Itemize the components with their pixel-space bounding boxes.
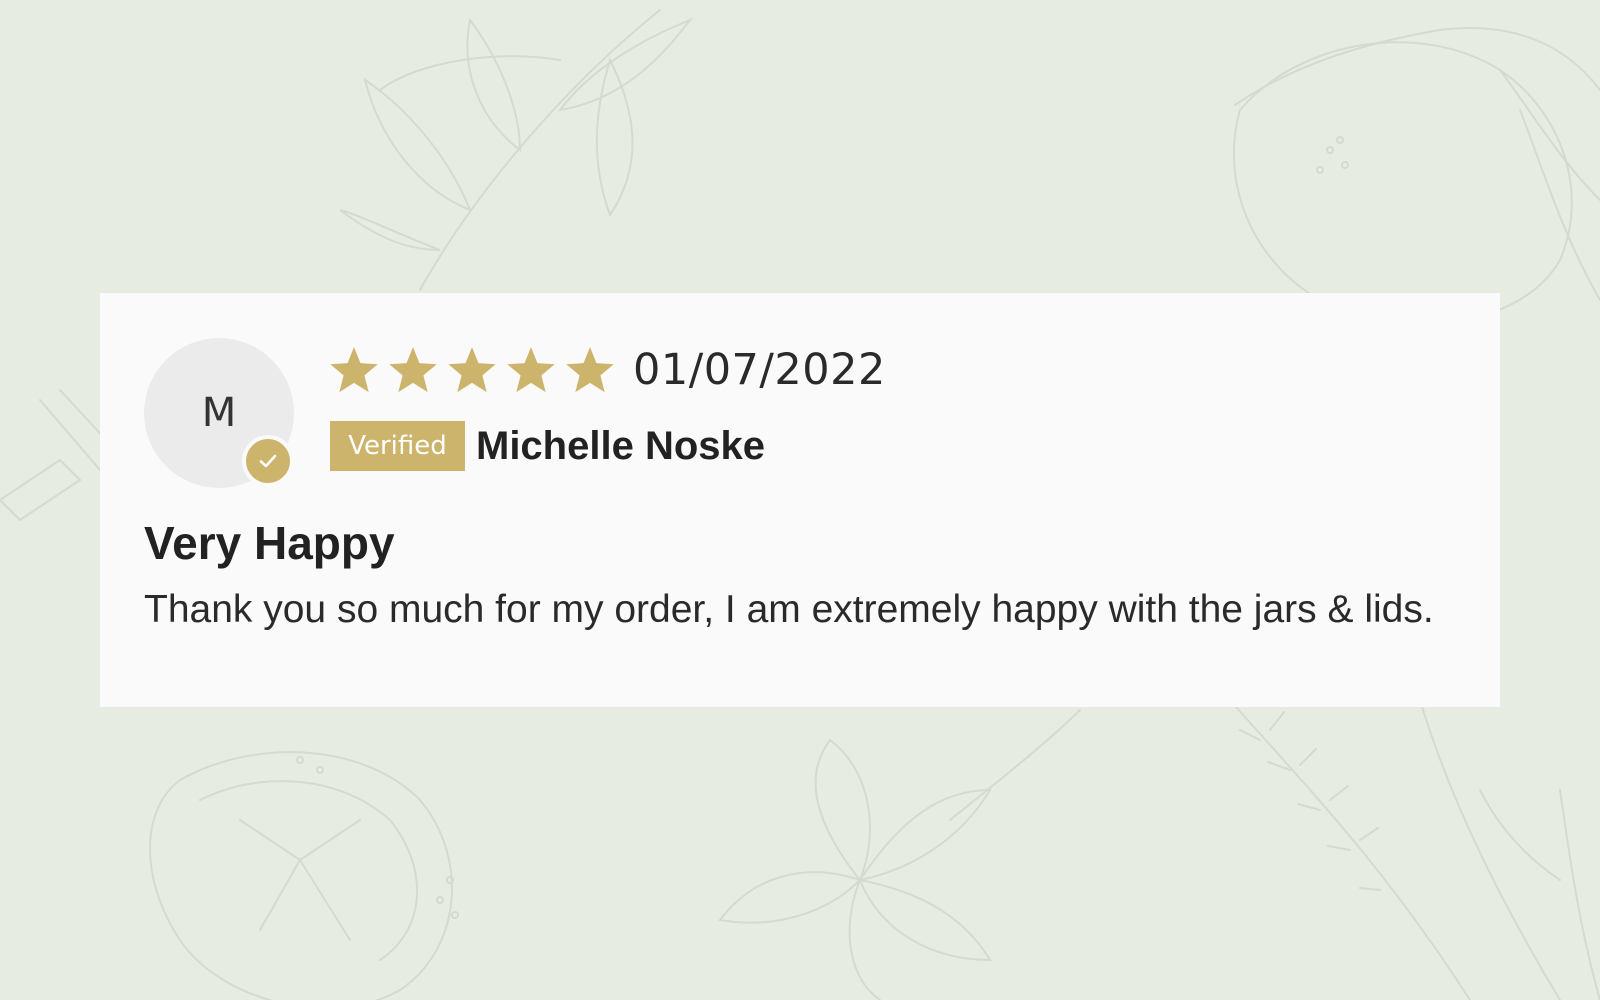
review-body: Thank you so much for my order, I am ext…: [144, 588, 1434, 631]
verified-checkmark-icon: [242, 435, 294, 487]
reviewer-avatar: M: [144, 338, 294, 488]
reviewer-name: Michelle Noske: [476, 424, 766, 468]
review-card: M 01/07/2022 Verified Michelle Noske Ver…: [100, 293, 1500, 707]
checkmark-icon: [259, 454, 277, 468]
star-icon: [505, 345, 557, 395]
star-rating: [328, 345, 616, 395]
star-icon: [387, 345, 439, 395]
verified-badge: Verified: [330, 421, 465, 471]
review-date: 01/07/2022: [633, 345, 886, 395]
review-title: Very Happy: [144, 517, 395, 569]
star-icon: [446, 345, 498, 395]
star-icon: [564, 345, 616, 395]
star-icon: [328, 345, 380, 395]
